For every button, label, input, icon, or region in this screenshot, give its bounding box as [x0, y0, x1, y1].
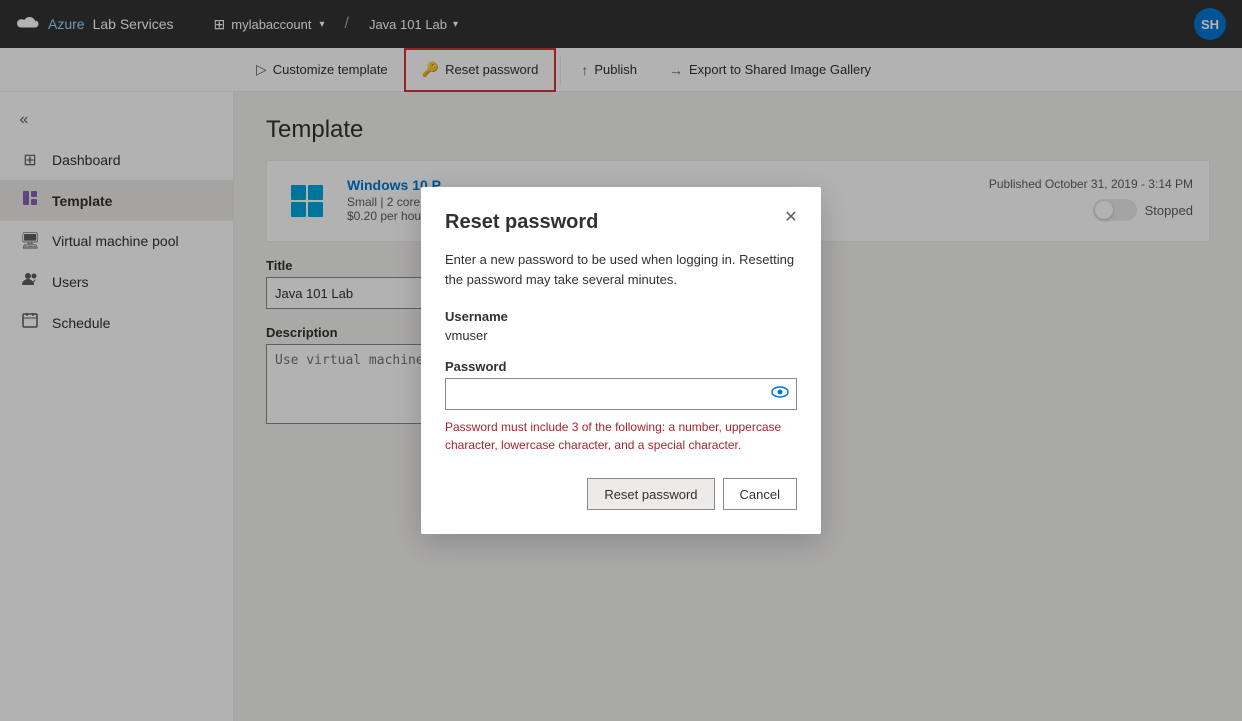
password-hint: Password must include 3 of the following… [445, 418, 797, 454]
username-value: vmuser [445, 328, 797, 343]
modal-reset-button[interactable]: Reset password [587, 478, 714, 510]
password-input-wrapper [445, 378, 797, 410]
password-input[interactable] [445, 378, 797, 410]
modal-cancel-button[interactable]: Cancel [723, 478, 797, 510]
modal-footer: Reset password Cancel [445, 478, 797, 510]
modal-close-button[interactable]: ✕ [777, 203, 805, 231]
username-label: Username [445, 309, 797, 324]
reset-password-modal: Reset password ✕ Enter a new password to… [421, 187, 821, 534]
modal-overlay: Reset password ✕ Enter a new password to… [0, 0, 1242, 721]
modal-title: Reset password [445, 211, 797, 234]
password-visibility-toggle[interactable] [771, 385, 789, 403]
modal-description: Enter a new password to be used when log… [445, 250, 797, 289]
password-label: Password [445, 359, 797, 374]
